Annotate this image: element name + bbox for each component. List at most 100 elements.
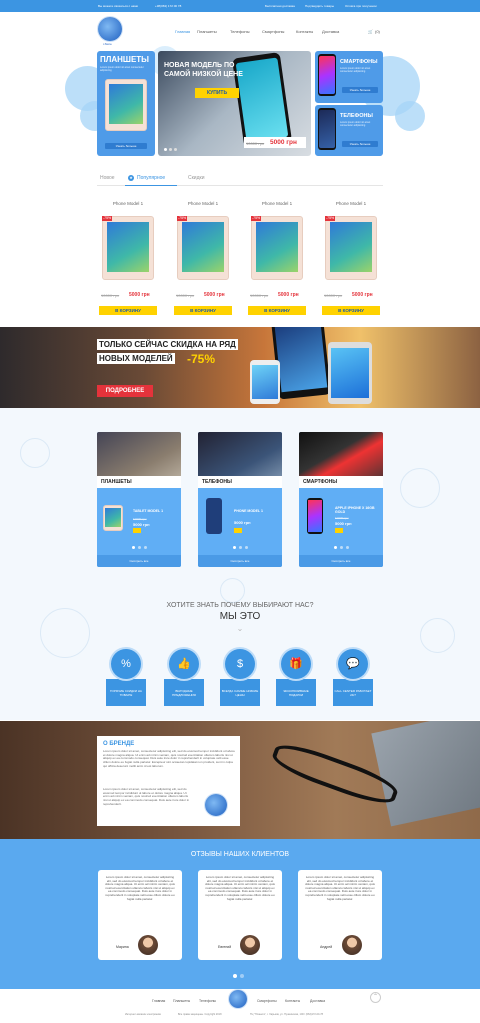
chevron-down-icon: ⌄ <box>236 624 244 633</box>
banner-more-button[interactable]: ПОДРОБНЕЕ <box>97 385 153 397</box>
about-text-2: Lorem ipsum dolor sit amet, consectetur … <box>103 788 190 806</box>
topbar-link-payment[interactable]: Оплата при получении <box>345 4 377 8</box>
nav-home[interactable]: Главная <box>175 29 190 34</box>
footer-link-tablets[interactable]: Планшеты <box>173 999 190 1003</box>
promo-banner: ТОЛЬКО СЕЙЧАС СКИДКА НА РЯД НОВЫХ МОДЕЛЕ… <box>0 327 480 408</box>
review-text: Lorem ipsum dolor sit amet, consectetur … <box>305 875 375 901</box>
nav-phones[interactable]: Телефоны <box>230 29 249 34</box>
review-card: Lorem ipsum dolor sit amet, consectetur … <box>298 870 382 960</box>
money-icon: $ <box>225 649 255 679</box>
laptop-image <box>371 721 480 827</box>
top-bar: Вы можете связаться с нами +38(063) 172 … <box>0 0 480 12</box>
cart-icon[interactable] <box>133 528 141 533</box>
add-to-cart-button[interactable]: В КОРЗИНУ <box>174 306 232 315</box>
footer-link-smartphones[interactable]: Смартфоны <box>257 999 277 1003</box>
about-card: О БРЕНДЕ Lorem ipsum dolor sit amet, con… <box>97 736 240 826</box>
old-price: 10000 грн <box>176 293 195 298</box>
hero-smartphones-title: СМАРТФОНЫ <box>340 59 378 65</box>
hero-main-slide: НОВАЯ МОДЕЛЬ ПО САМОЙ НИЗКОЙ ЦЕНЕ КУПИТЬ… <box>158 51 311 156</box>
hero-new-price: 5000 грн <box>270 139 297 146</box>
about-text-1: Lorem ipsum dolor sit amet, consectetur … <box>103 750 235 768</box>
category-smartphones[interactable]: СМАРТФОНЫ APPLE IPHONE X 16GB GOLD 10000… <box>299 432 383 567</box>
nav-tablets[interactable]: Планшеты <box>197 29 217 34</box>
footer-copy-1: Интернет-магазин электроники <box>125 1013 162 1016</box>
phone-link[interactable]: +38(063) 172 00 78 <box>155 4 181 8</box>
topbar-link-delivery[interactable]: Бесплатная доставка <box>265 4 295 8</box>
product-image <box>177 216 229 280</box>
footer-link-home[interactable]: Главная <box>152 999 165 1003</box>
see-all-button[interactable]: Смотреть все <box>198 555 282 567</box>
discount-badge: -75% <box>102 216 113 221</box>
hero-tablets-title: ПЛАНШЕТЫ <box>100 55 150 64</box>
hero-tablets-card[interactable]: ПЛАНШЕТЫ Lorem ipsum dolor sit amet cons… <box>97 51 155 156</box>
why-label: ВСЕГДА САМЫЕ НИЗКИЕ ЦЕНЫ <box>220 679 260 706</box>
hero-phones-button[interactable]: Узнать больше <box>342 141 378 147</box>
reviewer-name: Марина <box>116 945 129 949</box>
review-text: Lorem ipsum dolor sit amet, consectetur … <box>105 875 175 901</box>
avatar <box>240 935 260 955</box>
hero-tablets-sub: Lorem ipsum dolor sit amet consectetur a… <box>100 66 144 72</box>
about-title: О БРЕНДЕ <box>103 741 135 747</box>
footer-link-contacts[interactable]: Контакты <box>285 999 300 1003</box>
product-card[interactable]: Phone Model 1 -75% 10000 грн 5000 грн <box>322 196 380 316</box>
product-name: Phone Model 1 <box>335 201 367 206</box>
see-all-button[interactable]: Смотреть все <box>299 555 383 567</box>
new-price: 5000 грн <box>278 292 299 298</box>
brand-section: О БРЕНДЕ Lorem ipsum dolor sit amet, con… <box>0 721 480 839</box>
old-price: 10000 грн <box>101 293 120 298</box>
logo-icon[interactable] <box>98 17 122 41</box>
reviewer-name: Андрей <box>320 945 333 949</box>
footer-link-phones[interactable]: Телефоны <box>199 999 216 1003</box>
category-label: ТЕЛЕФОНЫ <box>198 476 282 488</box>
tab-new[interactable]: Новое <box>100 175 115 181</box>
footer: Главная Планшеты Телефоны Смартфоны Конт… <box>0 989 480 1023</box>
why-label: CALL CENTER РАБОТАЕТ 24/7 <box>333 679 373 706</box>
see-all-button[interactable]: Смотреть все <box>97 555 181 567</box>
category-label: ПЛАНШЕТЫ <box>97 476 181 488</box>
old-price: 10000 грн <box>324 293 343 298</box>
product-card[interactable]: Phone Model 1 -75% 10000 грн 5000 грн <box>248 196 306 316</box>
nav-delivery[interactable]: Доставка <box>322 29 339 34</box>
hero-smartphones-button[interactable]: Узнать больше <box>342 87 378 93</box>
why-answer: МЫ ЭТО <box>219 611 261 622</box>
cart-icon[interactable]: 🛒 <box>368 29 373 34</box>
nav-contacts[interactable]: Контакты <box>296 29 313 34</box>
hero-phones-card[interactable]: ТЕЛЕФОНЫ Lorem ipsum dolor sit amet cons… <box>315 105 383 156</box>
product-card[interactable]: Phone Model 1 -75% 10000 грн 5000 грн <box>174 196 232 316</box>
reviewer-name: Евгений <box>218 945 232 949</box>
discount-badge: -75% <box>177 216 188 221</box>
why-question: ХОТИТЕ ЗНАТЬ ПОЧЕМУ ВЫБИРАЮТ НАС? <box>166 602 314 609</box>
chat-icon: 💬 <box>338 649 368 679</box>
why-label: ЭКСКЛЮЗИВНЫЕ ПОДАРКИ <box>276 679 316 706</box>
footer-link-delivery[interactable]: Доставка <box>310 999 325 1003</box>
product-image <box>325 216 377 280</box>
product-image <box>102 216 154 280</box>
add-to-cart-button[interactable]: В КОРЗИНУ <box>322 306 380 315</box>
banner-line2: НОВЫХ МОДЕЛЕЙ <box>97 353 175 364</box>
category-label: СМАРТФОНЫ <box>299 476 383 488</box>
topbar-link-confirm[interactable]: Подтвердить товары <box>305 4 334 8</box>
add-to-cart-button[interactable]: В КОРЗИНУ <box>248 306 306 315</box>
nav-smartphones[interactable]: Смартфоны <box>262 29 284 34</box>
hero-tablets-button[interactable]: Узнать больше <box>105 143 147 149</box>
review-text: Lorem ipsum dolor sit amet, consectetur … <box>205 875 275 901</box>
tab-popular[interactable]: Популярное <box>137 175 165 181</box>
cart-icon[interactable] <box>335 528 343 533</box>
category-phones[interactable]: ТЕЛЕФОНЫ PHONE MODEL 1 5000 грн Смотреть… <box>198 432 282 567</box>
review-card: Lorem ipsum dolor sit amet, consectetur … <box>198 870 282 960</box>
logo-icon[interactable] <box>229 990 247 1008</box>
why-label: ГОРЯЧИЕ СКИДКИ НА ТОВАРЫ <box>106 679 146 706</box>
product-image <box>251 216 303 280</box>
cart-icon[interactable] <box>234 528 242 533</box>
tab-discounts[interactable]: Скидки <box>188 175 205 181</box>
hero-smartphones-card[interactable]: СМАРТФОНЫ Lorem ipsum dolor sit amet con… <box>315 51 383 103</box>
product-card[interactable]: Phone Model 1 -75% 10000 грн 5000 грн <box>99 196 157 316</box>
hero-buy-button[interactable]: КУПИТЬ <box>195 88 239 98</box>
discount-badge: -75% <box>325 216 336 221</box>
scroll-top-icon[interactable]: ⌃ <box>370 992 381 1003</box>
new-price: 5000 грн <box>352 292 373 298</box>
add-to-cart-button[interactable]: В КОРЗИНУ <box>99 306 157 315</box>
category-tablets[interactable]: ПЛАНШЕТЫ TABLET MODEL 1 10000 грн 5000 г… <box>97 432 181 567</box>
gift-icon: 🎁 <box>281 649 311 679</box>
popular-icon: ★ <box>128 175 134 181</box>
